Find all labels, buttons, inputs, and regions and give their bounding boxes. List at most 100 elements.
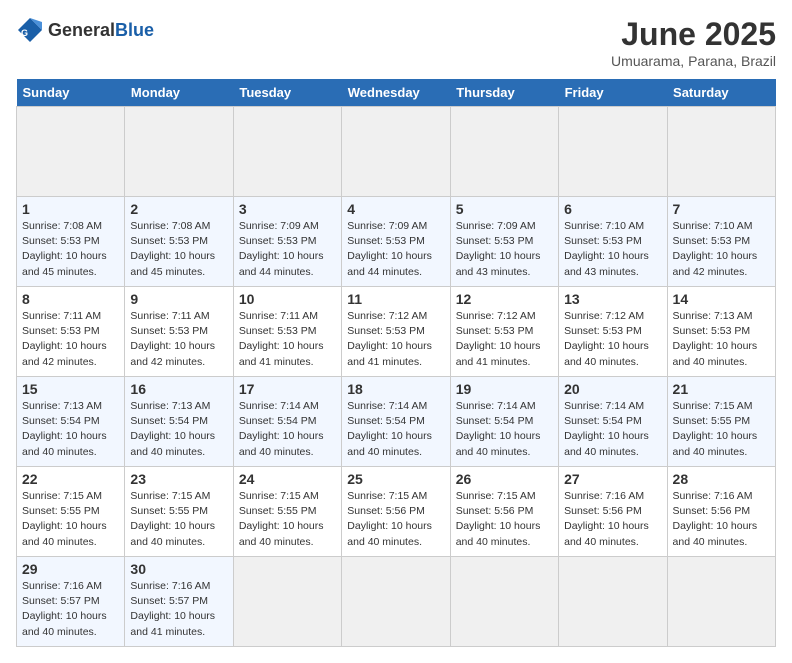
day-number: 3 bbox=[239, 201, 336, 217]
calendar-week-row: 15 Sunrise: 7:13 AM Sunset: 5:54 PM Dayl… bbox=[17, 377, 776, 467]
day-info: Sunrise: 7:09 AM Sunset: 5:53 PM Dayligh… bbox=[456, 219, 553, 280]
day-info: Sunrise: 7:15 AM Sunset: 5:55 PM Dayligh… bbox=[22, 489, 119, 550]
day-number: 8 bbox=[22, 291, 119, 307]
day-number: 18 bbox=[347, 381, 444, 397]
day-number: 15 bbox=[22, 381, 119, 397]
day-info: Sunrise: 7:09 AM Sunset: 5:53 PM Dayligh… bbox=[239, 219, 336, 280]
table-row: 28 Sunrise: 7:16 AM Sunset: 5:56 PM Dayl… bbox=[667, 467, 775, 557]
table-row: 19 Sunrise: 7:14 AM Sunset: 5:54 PM Dayl… bbox=[450, 377, 558, 467]
table-row: 13 Sunrise: 7:12 AM Sunset: 5:53 PM Dayl… bbox=[559, 287, 667, 377]
day-info: Sunrise: 7:08 AM Sunset: 5:53 PM Dayligh… bbox=[130, 219, 227, 280]
table-row: 20 Sunrise: 7:14 AM Sunset: 5:54 PM Dayl… bbox=[559, 377, 667, 467]
table-row: 29 Sunrise: 7:16 AM Sunset: 5:57 PM Dayl… bbox=[17, 557, 125, 647]
day-info: Sunrise: 7:16 AM Sunset: 5:56 PM Dayligh… bbox=[564, 489, 661, 550]
header-thursday: Thursday bbox=[450, 79, 558, 107]
day-number: 22 bbox=[22, 471, 119, 487]
day-number: 25 bbox=[347, 471, 444, 487]
table-row bbox=[450, 107, 558, 197]
day-number: 19 bbox=[456, 381, 553, 397]
day-info: Sunrise: 7:15 AM Sunset: 5:55 PM Dayligh… bbox=[130, 489, 227, 550]
day-number: 4 bbox=[347, 201, 444, 217]
day-number: 7 bbox=[673, 201, 770, 217]
calendar-week-row: 29 Sunrise: 7:16 AM Sunset: 5:57 PM Dayl… bbox=[17, 557, 776, 647]
table-row: 22 Sunrise: 7:15 AM Sunset: 5:55 PM Dayl… bbox=[17, 467, 125, 557]
table-row: 21 Sunrise: 7:15 AM Sunset: 5:55 PM Dayl… bbox=[667, 377, 775, 467]
day-info: Sunrise: 7:13 AM Sunset: 5:54 PM Dayligh… bbox=[130, 399, 227, 460]
table-row: 1 Sunrise: 7:08 AM Sunset: 5:53 PM Dayli… bbox=[17, 197, 125, 287]
day-info: Sunrise: 7:16 AM Sunset: 5:56 PM Dayligh… bbox=[673, 489, 770, 550]
table-row: 3 Sunrise: 7:09 AM Sunset: 5:53 PM Dayli… bbox=[233, 197, 341, 287]
table-row bbox=[450, 557, 558, 647]
day-info: Sunrise: 7:11 AM Sunset: 5:53 PM Dayligh… bbox=[239, 309, 336, 370]
table-row: 8 Sunrise: 7:11 AM Sunset: 5:53 PM Dayli… bbox=[17, 287, 125, 377]
table-row: 4 Sunrise: 7:09 AM Sunset: 5:53 PM Dayli… bbox=[342, 197, 450, 287]
calendar-week-row bbox=[17, 107, 776, 197]
table-row: 16 Sunrise: 7:13 AM Sunset: 5:54 PM Dayl… bbox=[125, 377, 233, 467]
day-number: 6 bbox=[564, 201, 661, 217]
day-info: Sunrise: 7:11 AM Sunset: 5:53 PM Dayligh… bbox=[22, 309, 119, 370]
title-block: June 2025 Umuarama, Parana, Brazil bbox=[611, 16, 776, 69]
calendar-week-row: 22 Sunrise: 7:15 AM Sunset: 5:55 PM Dayl… bbox=[17, 467, 776, 557]
day-info: Sunrise: 7:16 AM Sunset: 5:57 PM Dayligh… bbox=[22, 579, 119, 640]
logo-icon: G bbox=[16, 16, 44, 44]
header-friday: Friday bbox=[559, 79, 667, 107]
table-row bbox=[125, 107, 233, 197]
day-number: 12 bbox=[456, 291, 553, 307]
day-number: 16 bbox=[130, 381, 227, 397]
table-row: 2 Sunrise: 7:08 AM Sunset: 5:53 PM Dayli… bbox=[125, 197, 233, 287]
table-row: 9 Sunrise: 7:11 AM Sunset: 5:53 PM Dayli… bbox=[125, 287, 233, 377]
calendar-body: 1 Sunrise: 7:08 AM Sunset: 5:53 PM Dayli… bbox=[17, 107, 776, 647]
header-sunday: Sunday bbox=[17, 79, 125, 107]
day-info: Sunrise: 7:12 AM Sunset: 5:53 PM Dayligh… bbox=[347, 309, 444, 370]
day-info: Sunrise: 7:16 AM Sunset: 5:57 PM Dayligh… bbox=[130, 579, 227, 640]
day-info: Sunrise: 7:10 AM Sunset: 5:53 PM Dayligh… bbox=[673, 219, 770, 280]
weekday-header-row: Sunday Monday Tuesday Wednesday Thursday… bbox=[17, 79, 776, 107]
table-row: 5 Sunrise: 7:09 AM Sunset: 5:53 PM Dayli… bbox=[450, 197, 558, 287]
day-number: 10 bbox=[239, 291, 336, 307]
table-row: 18 Sunrise: 7:14 AM Sunset: 5:54 PM Dayl… bbox=[342, 377, 450, 467]
day-number: 20 bbox=[564, 381, 661, 397]
day-info: Sunrise: 7:15 AM Sunset: 5:55 PM Dayligh… bbox=[239, 489, 336, 550]
day-info: Sunrise: 7:14 AM Sunset: 5:54 PM Dayligh… bbox=[456, 399, 553, 460]
day-info: Sunrise: 7:15 AM Sunset: 5:56 PM Dayligh… bbox=[347, 489, 444, 550]
day-info: Sunrise: 7:14 AM Sunset: 5:54 PM Dayligh… bbox=[564, 399, 661, 460]
calendar-location: Umuarama, Parana, Brazil bbox=[611, 53, 776, 69]
day-info: Sunrise: 7:13 AM Sunset: 5:54 PM Dayligh… bbox=[22, 399, 119, 460]
table-row: 24 Sunrise: 7:15 AM Sunset: 5:55 PM Dayl… bbox=[233, 467, 341, 557]
table-row: 12 Sunrise: 7:12 AM Sunset: 5:53 PM Dayl… bbox=[450, 287, 558, 377]
table-row: 10 Sunrise: 7:11 AM Sunset: 5:53 PM Dayl… bbox=[233, 287, 341, 377]
day-number: 23 bbox=[130, 471, 227, 487]
day-number: 29 bbox=[22, 561, 119, 577]
table-row: 11 Sunrise: 7:12 AM Sunset: 5:53 PM Dayl… bbox=[342, 287, 450, 377]
day-number: 1 bbox=[22, 201, 119, 217]
day-number: 5 bbox=[456, 201, 553, 217]
table-row: 23 Sunrise: 7:15 AM Sunset: 5:55 PM Dayl… bbox=[125, 467, 233, 557]
header-monday: Monday bbox=[125, 79, 233, 107]
calendar-title: June 2025 bbox=[611, 16, 776, 53]
day-number: 24 bbox=[239, 471, 336, 487]
header-tuesday: Tuesday bbox=[233, 79, 341, 107]
table-row bbox=[342, 107, 450, 197]
day-info: Sunrise: 7:14 AM Sunset: 5:54 PM Dayligh… bbox=[347, 399, 444, 460]
day-info: Sunrise: 7:15 AM Sunset: 5:55 PM Dayligh… bbox=[673, 399, 770, 460]
day-info: Sunrise: 7:11 AM Sunset: 5:53 PM Dayligh… bbox=[130, 309, 227, 370]
day-info: Sunrise: 7:12 AM Sunset: 5:53 PM Dayligh… bbox=[564, 309, 661, 370]
day-number: 26 bbox=[456, 471, 553, 487]
day-number: 11 bbox=[347, 291, 444, 307]
table-row: 15 Sunrise: 7:13 AM Sunset: 5:54 PM Dayl… bbox=[17, 377, 125, 467]
calendar-week-row: 1 Sunrise: 7:08 AM Sunset: 5:53 PM Dayli… bbox=[17, 197, 776, 287]
day-info: Sunrise: 7:12 AM Sunset: 5:53 PM Dayligh… bbox=[456, 309, 553, 370]
day-info: Sunrise: 7:09 AM Sunset: 5:53 PM Dayligh… bbox=[347, 219, 444, 280]
table-row: 30 Sunrise: 7:16 AM Sunset: 5:57 PM Dayl… bbox=[125, 557, 233, 647]
header-wednesday: Wednesday bbox=[342, 79, 450, 107]
calendar-table: Sunday Monday Tuesday Wednesday Thursday… bbox=[16, 79, 776, 647]
day-info: Sunrise: 7:13 AM Sunset: 5:53 PM Dayligh… bbox=[673, 309, 770, 370]
day-number: 21 bbox=[673, 381, 770, 397]
day-number: 30 bbox=[130, 561, 227, 577]
day-info: Sunrise: 7:14 AM Sunset: 5:54 PM Dayligh… bbox=[239, 399, 336, 460]
day-number: 2 bbox=[130, 201, 227, 217]
table-row: 7 Sunrise: 7:10 AM Sunset: 5:53 PM Dayli… bbox=[667, 197, 775, 287]
table-row: 14 Sunrise: 7:13 AM Sunset: 5:53 PM Dayl… bbox=[667, 287, 775, 377]
table-row bbox=[667, 557, 775, 647]
calendar-header: Sunday Monday Tuesday Wednesday Thursday… bbox=[17, 79, 776, 107]
